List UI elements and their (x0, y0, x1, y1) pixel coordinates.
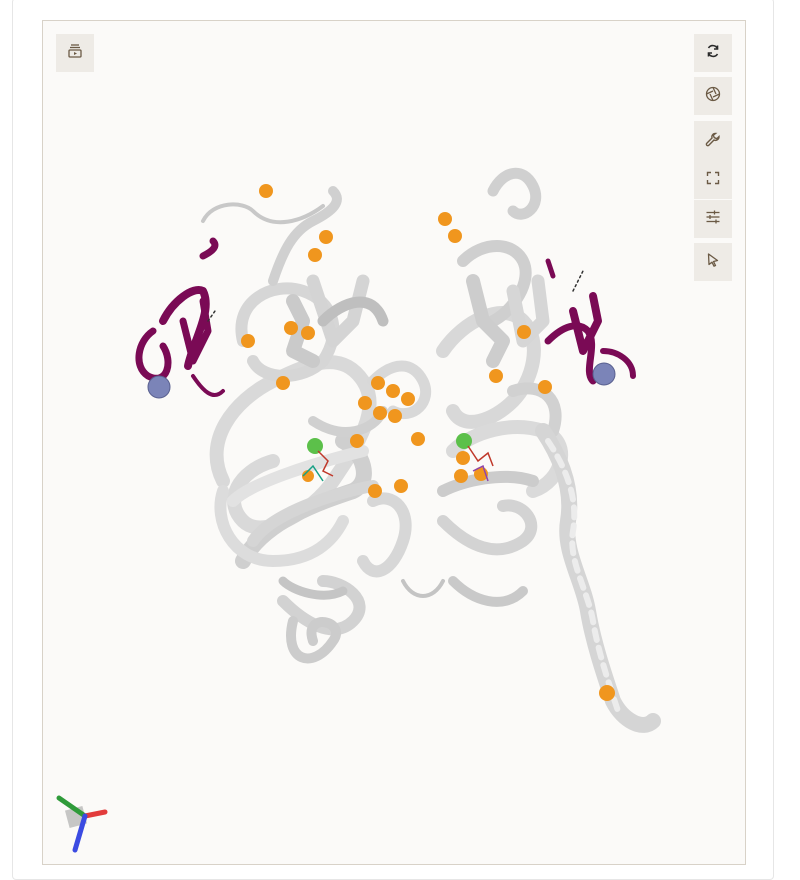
molecule-viewer-canvas[interactable] (42, 20, 746, 865)
protein-structure-render[interactable] (43, 21, 745, 864)
x-axis-line (82, 809, 108, 819)
cursor-arrow-icon (704, 251, 722, 274)
highlighted-chain-right (544, 258, 636, 385)
axes-orientation-gizmo (56, 795, 108, 853)
reset-view-button[interactable] (694, 34, 732, 72)
wrench-icon[interactable] (704, 131, 722, 151)
expand-icon[interactable] (704, 169, 722, 187)
screenshot-button[interactable] (694, 77, 732, 115)
layers-play-icon (66, 42, 84, 65)
right-subunit (357, 167, 661, 733)
refresh-icon (704, 42, 722, 65)
animation-toggle-button[interactable] (56, 34, 94, 72)
settings-button[interactable] (694, 200, 732, 238)
selection-mode-button[interactable] (694, 243, 732, 281)
camera-aperture-icon (704, 85, 722, 108)
highlighted-chain-left (135, 237, 225, 397)
sliders-icon (704, 208, 722, 231)
tools-group (694, 121, 732, 199)
